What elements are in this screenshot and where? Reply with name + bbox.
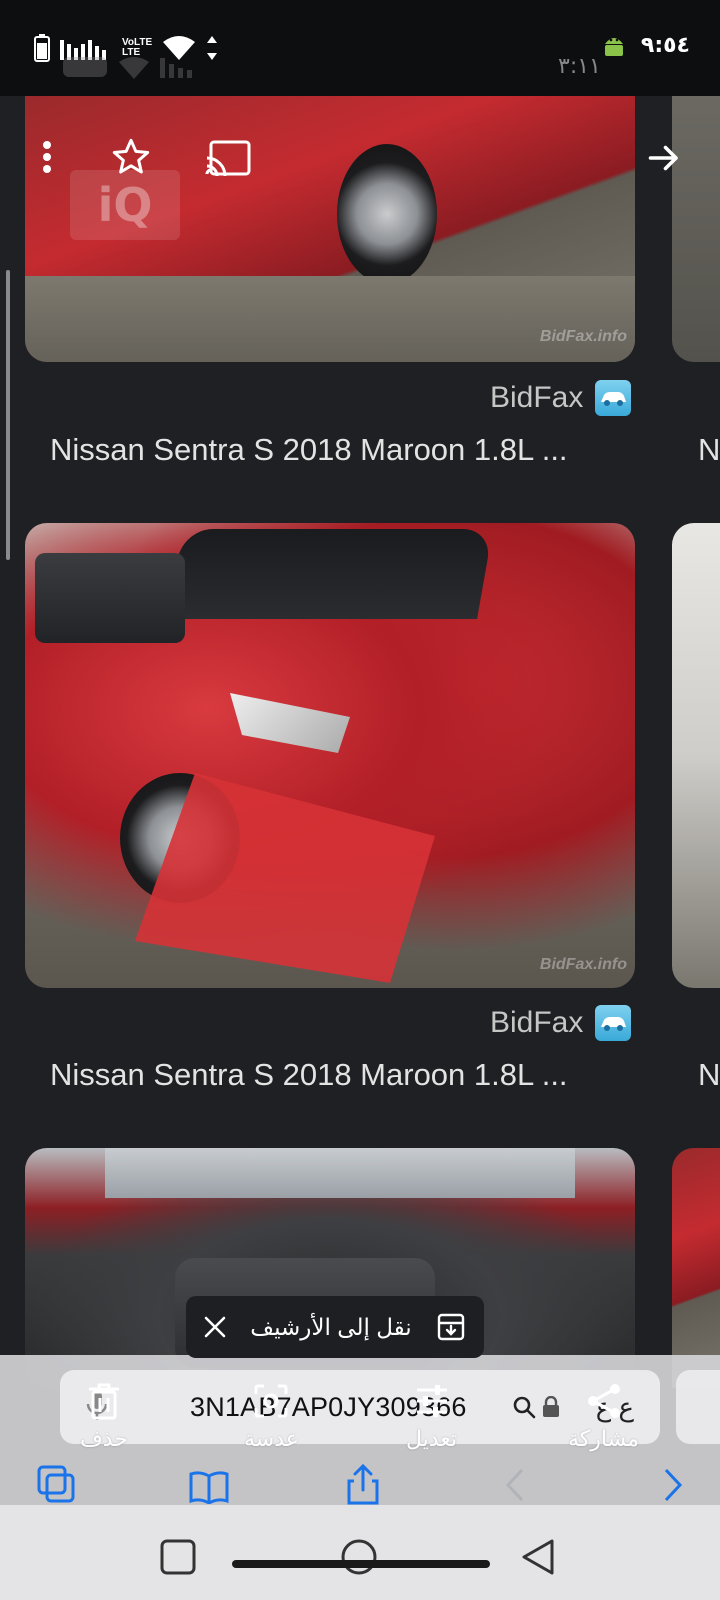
system-navigation-bar bbox=[0, 1505, 720, 1600]
cast-icon bbox=[205, 140, 251, 176]
delete-button[interactable]: حذف bbox=[80, 1382, 128, 1452]
edit-label: تعديل bbox=[406, 1426, 458, 1451]
ghost-battery-icon bbox=[63, 57, 107, 77]
tune-icon bbox=[416, 1385, 447, 1417]
share-label: مشاركة bbox=[568, 1426, 640, 1451]
ghost-signal-icon bbox=[160, 58, 192, 78]
share-button[interactable]: مشاركة bbox=[568, 1382, 639, 1452]
volte-indicator: VoLTE LTE bbox=[122, 37, 153, 58]
secondary-time: ٣:١١ bbox=[558, 54, 601, 79]
ground bbox=[25, 276, 635, 362]
forward-button[interactable] bbox=[644, 138, 684, 178]
rear-window bbox=[167, 529, 493, 619]
bookmarks-icon[interactable] bbox=[188, 1470, 230, 1504]
cast-button[interactable] bbox=[204, 138, 252, 178]
home-gesture-pill[interactable] bbox=[232, 1560, 490, 1568]
archive-toast: نقل إلى الأرشيف bbox=[186, 1296, 484, 1358]
share-icon bbox=[587, 1384, 620, 1418]
result-image-2[interactable]: BidFax.info bbox=[25, 523, 635, 988]
side-window bbox=[35, 553, 185, 643]
source-label: BidFax bbox=[490, 1006, 584, 1039]
screen: VoLTE LTE ٣:١١ ٩:٥٤ BidFax.info iQ BidFa… bbox=[0, 0, 720, 1600]
data-arrows-icon bbox=[207, 36, 218, 60]
recents-icon[interactable] bbox=[160, 1539, 196, 1575]
lens-button[interactable]: عدسة bbox=[244, 1382, 299, 1452]
forward-chevron-icon[interactable] bbox=[662, 1468, 684, 1502]
bidfax-favicon-icon bbox=[595, 380, 632, 416]
status-ghost-icons bbox=[62, 56, 200, 80]
share-upload-icon[interactable] bbox=[346, 1464, 380, 1506]
side-image-2[interactable] bbox=[672, 523, 720, 988]
scroll-indicator[interactable] bbox=[6, 270, 10, 560]
side-image-3[interactable] bbox=[672, 1148, 720, 1388]
ghost-wifi-icon bbox=[119, 57, 149, 79]
back-triangle-icon[interactable] bbox=[520, 1538, 556, 1576]
android-icon bbox=[604, 38, 623, 56]
home-circle-icon[interactable] bbox=[340, 1538, 378, 1576]
clock: ٩:٥٤ bbox=[640, 32, 690, 58]
status-right: ٩:٥٤ bbox=[601, 32, 690, 58]
close-icon[interactable] bbox=[204, 1316, 226, 1338]
back-chevron-icon[interactable] bbox=[504, 1468, 526, 1502]
search-icon[interactable] bbox=[512, 1395, 536, 1419]
result-source-1[interactable]: BidFax bbox=[490, 380, 632, 416]
side-title-2[interactable]: N bbox=[698, 1057, 720, 1093]
image-watermark: BidFax.info bbox=[539, 956, 627, 973]
trash-icon bbox=[88, 1383, 119, 1420]
wheel bbox=[337, 144, 437, 284]
tabs-icon[interactable] bbox=[36, 1464, 76, 1504]
result-title-1[interactable]: Nissan Sentra S 2018 Maroon 1.8L ... bbox=[50, 432, 640, 468]
side-image-1[interactable] bbox=[672, 96, 720, 362]
lock-icon bbox=[543, 1396, 559, 1417]
hood bbox=[105, 1148, 575, 1198]
result-source-2[interactable]: BidFax bbox=[490, 1005, 632, 1041]
edit-button[interactable]: تعديل bbox=[406, 1382, 457, 1452]
source-label: BidFax bbox=[490, 381, 584, 414]
result-title-2[interactable]: Nissan Sentra S 2018 Maroon 1.8L ... bbox=[50, 1057, 640, 1093]
more-options-button[interactable] bbox=[36, 140, 58, 174]
lens-icon bbox=[254, 1384, 288, 1418]
arrow-right-icon bbox=[648, 145, 678, 171]
next-tab-peek[interactable] bbox=[676, 1370, 720, 1444]
iq-watermark-text: iQ bbox=[97, 178, 153, 232]
more-vert-icon bbox=[43, 141, 51, 173]
bidfax-favicon-icon bbox=[595, 1005, 632, 1041]
taillight bbox=[230, 693, 350, 753]
archive-icon[interactable] bbox=[436, 1312, 466, 1342]
image-watermark: BidFax.info bbox=[539, 328, 627, 345]
battery-icon bbox=[34, 34, 50, 62]
lens-label: عدسة bbox=[244, 1426, 299, 1451]
status-bar: VoLTE LTE ٣:١١ ٩:٥٤ bbox=[0, 0, 720, 96]
toast-text: نقل إلى الأرشيف bbox=[250, 1313, 412, 1340]
side-title-1[interactable]: N bbox=[698, 432, 720, 468]
delete-label: حذف bbox=[80, 1426, 128, 1451]
iq-watermark: iQ bbox=[70, 170, 180, 240]
